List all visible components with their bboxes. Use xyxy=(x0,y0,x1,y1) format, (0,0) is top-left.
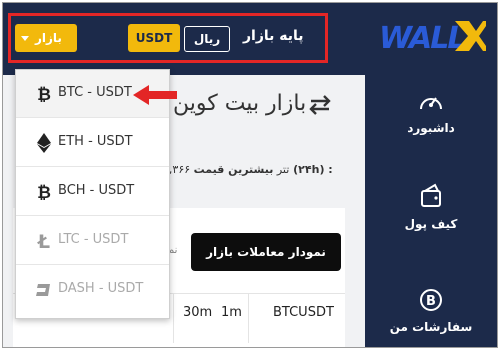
sidebar-item-label: سفارشات من xyxy=(389,320,473,334)
svg-text:WALL: WALL xyxy=(379,21,464,55)
timeframe-1m[interactable]: 1m xyxy=(221,305,242,320)
highest-price-24h: ۸,۳۶۶ تتر بیشترین قیمت (۲۴h) : xyxy=(163,163,333,176)
toolbar-divider xyxy=(248,293,249,343)
sidebar-item-label: داشبورد xyxy=(407,121,455,135)
bitcoin-cash-icon: ₿ xyxy=(37,183,51,202)
dropdown-item-bch-usdt[interactable]: ₿ BCH - USDT xyxy=(16,168,169,216)
highest-price-label: بیشترین قیمت (۲۴h) : xyxy=(193,163,333,176)
toolbar-divider xyxy=(173,293,174,343)
speedometer-icon xyxy=(420,97,442,110)
wallex-logo[interactable]: WALL xyxy=(377,17,487,55)
dropdown-item-label: DASH - USDT xyxy=(58,281,144,296)
coin-icon: B xyxy=(420,289,442,311)
market-button-label: بازار xyxy=(35,31,62,45)
dropdown-item-label: BCH - USDT xyxy=(58,183,135,198)
dropdown-item-ltc-usdt[interactable]: Ł LTC - USDT xyxy=(16,217,169,265)
dropdown-item-label: LTC - USDT xyxy=(58,232,129,247)
top-header: WALL پایه بازار ریال USDT بازار xyxy=(3,3,497,75)
wallet-icon xyxy=(421,183,441,207)
svg-text:₿: ₿ xyxy=(37,183,51,202)
chart-symbol: BTCUSDT xyxy=(273,305,334,320)
timeframe-30m[interactable]: 30m xyxy=(183,305,212,320)
market-dropdown-button[interactable]: بازار xyxy=(15,24,77,52)
svg-text:Ł: Ł xyxy=(37,231,50,251)
dropdown-item-dash-usdt[interactable]: DASH - USDT xyxy=(16,266,169,314)
page-title: بازار بیت کوین xyxy=(173,91,307,116)
sidebar-item-wallet[interactable]: کیف پول xyxy=(365,183,497,231)
dash-icon xyxy=(36,284,50,296)
red-pointer-arrow-icon xyxy=(133,85,177,105)
swap-arrows-icon[interactable] xyxy=(309,95,331,115)
global-market-chart-button[interactable]: نمودار معاملات بازار جهانی xyxy=(191,233,341,297)
dropdown-item-label: ETH - USDT xyxy=(58,134,133,149)
market-dropdown-menu: ₿ BTC - USDT ETH - USDT ₿ BCH - USDT Ł L… xyxy=(15,69,170,319)
svg-text:₿: ₿ xyxy=(37,85,51,104)
rial-button[interactable]: ریال xyxy=(184,26,230,52)
app-frame: WALL پایه بازار ریال USDT بازار داشبورد xyxy=(2,2,498,348)
bitcoin-icon: ₿ xyxy=(37,85,51,104)
usdt-button[interactable]: USDT xyxy=(128,24,180,52)
dropdown-item-eth-usdt[interactable]: ETH - USDT xyxy=(16,119,169,167)
sidebar-item-label: کیف پول xyxy=(404,217,458,231)
sidebar-item-my-orders[interactable]: B سفارشات من xyxy=(365,288,497,334)
litecoin-icon: Ł xyxy=(37,231,50,251)
svg-text:B: B xyxy=(426,294,436,309)
sidebar-item-dashboard[interactable]: داشبورد xyxy=(365,91,497,135)
chevron-down-icon xyxy=(21,36,29,41)
market-base-label: پایه بازار xyxy=(243,28,304,44)
sidebar: داشبورد کیف پول B سفارشات من xyxy=(365,75,497,347)
ethereum-icon xyxy=(37,133,51,153)
dropdown-item-label: BTC - USDT xyxy=(58,85,132,100)
